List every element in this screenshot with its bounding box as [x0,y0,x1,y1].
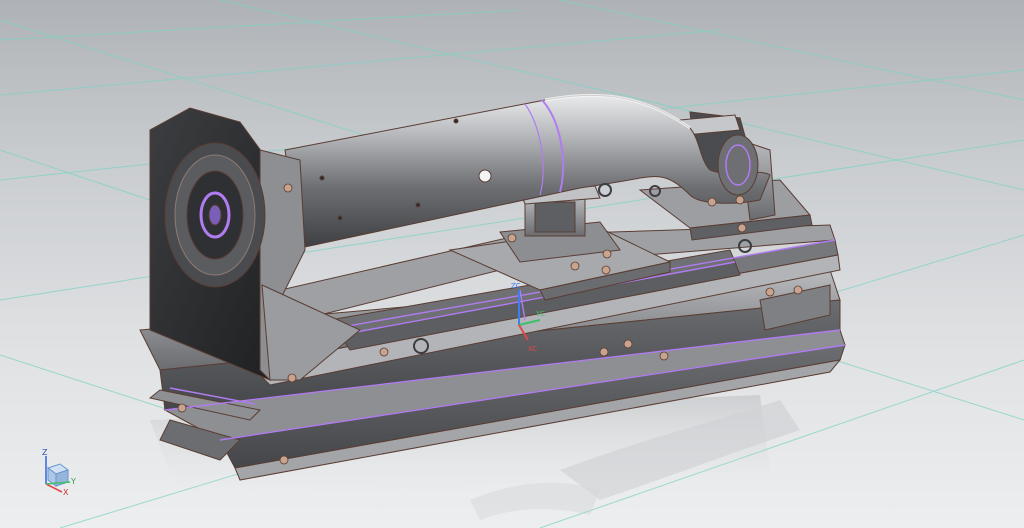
wcs-y-label: YC [535,310,545,318]
wcs-x-label: XC [528,345,537,353]
triad-x-label: X [63,488,69,496]
triad-z-label: Z [42,448,48,457]
wcs-z-label: ZC [511,282,521,290]
view-orientation-triad[interactable]: Z X Y [34,446,78,496]
triad-y-label: Y [70,477,76,486]
3d-model-viewport[interactable]: ZC YC XC [0,0,1024,528]
